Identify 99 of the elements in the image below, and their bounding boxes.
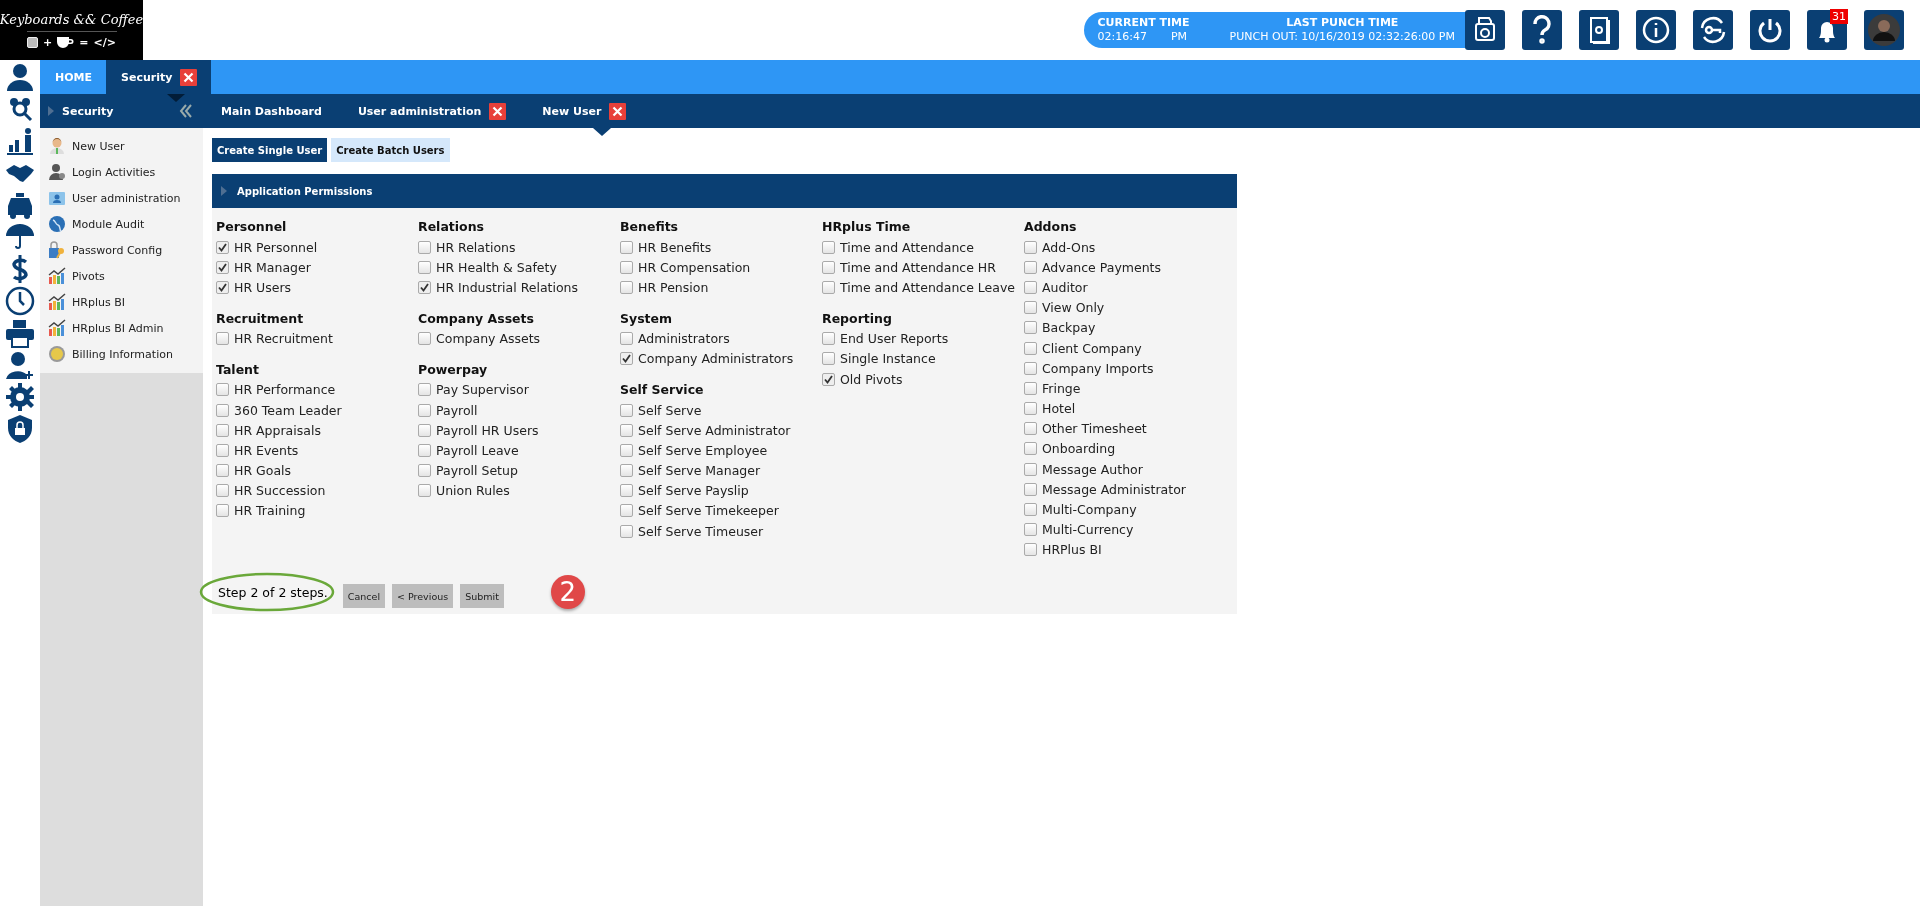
- group-heading: Powerpay: [418, 360, 489, 379]
- checkbox-label[interactable]: HR Industrial Relations: [436, 279, 579, 295]
- sidebar-item[interactable]: HRplus BI: [40, 289, 203, 315]
- checkbox-label[interactable]: Union Rules: [436, 483, 510, 499]
- mode-button[interactable]: Create Batch Users: [331, 138, 450, 162]
- checkbox-label[interactable]: Self Serve Timekeeper: [638, 503, 779, 519]
- footer-button[interactable]: Submit: [460, 584, 504, 608]
- logo-code: </>: [93, 35, 116, 49]
- group-heading: System: [620, 309, 674, 328]
- checkbox-label[interactable]: Payroll: [436, 402, 478, 418]
- sidebar-item[interactable]: Pivots: [40, 263, 203, 289]
- group-heading: HRplus Time: [822, 218, 912, 236]
- logo-title: Keyboards && Coffee: [0, 11, 144, 27]
- group-heading: Self Service: [620, 380, 705, 399]
- checkbox-label[interactable]: Administrators: [638, 331, 730, 347]
- sidebar-item[interactable]: User administration: [40, 185, 203, 211]
- checkbox-label[interactable]: Self Serve: [638, 402, 702, 418]
- checkbox-label[interactable]: HR Personnel: [234, 239, 318, 255]
- notification-badge: 31: [1830, 9, 1848, 24]
- group-heading: Company Assets: [418, 309, 535, 328]
- footer-button[interactable]: Cancel: [342, 584, 386, 608]
- checkbox-label[interactable]: Pay Supervisor: [436, 382, 529, 398]
- sub-tab[interactable]: New User: [524, 94, 645, 128]
- checkbox-label[interactable]: View Only: [1042, 300, 1105, 316]
- checkbox-label[interactable]: HR Events: [234, 442, 299, 458]
- time-label: CURRENT TIME: [1097, 16, 1190, 30]
- checkbox-label[interactable]: HR Goals: [234, 463, 292, 479]
- checkbox-label[interactable]: Company Administrators: [638, 351, 794, 367]
- checkbox-label[interactable]: HR Succession: [234, 483, 326, 499]
- checkbox-label[interactable]: Payroll HR Users: [436, 422, 539, 438]
- annotation-badge: 2: [550, 575, 585, 609]
- checkbox-label[interactable]: HR Users: [234, 279, 292, 295]
- checkbox-label[interactable]: Multi-Currency: [1042, 522, 1134, 538]
- checkbox-label[interactable]: Advance Payments: [1042, 259, 1162, 275]
- checkbox-label[interactable]: HR Appraisals: [234, 422, 321, 438]
- checkbox-label[interactable]: HR Manager: [234, 259, 311, 275]
- checkbox-label[interactable]: HR Health & Safety: [436, 259, 557, 275]
- step-text: Step 2 of 2 steps.: [218, 584, 328, 600]
- checkbox-label[interactable]: End User Reports: [840, 331, 949, 347]
- checkbox-label[interactable]: Self Serve Employee: [638, 442, 768, 458]
- sidebar-item[interactable]: Billing Information: [40, 341, 203, 367]
- checkbox-label[interactable]: Other Timesheet: [1042, 421, 1147, 437]
- checkbox-label[interactable]: Old Pivots: [840, 371, 903, 387]
- time-value: PUNCH OUT: 10/16/2019 02:32:26:00 PM: [1229, 30, 1455, 44]
- checkbox-label[interactable]: HR Training: [234, 503, 306, 519]
- checkbox-label[interactable]: Self Serve Timeuser: [638, 523, 764, 539]
- checkbox-label[interactable]: HR Compensation: [638, 259, 751, 275]
- checkbox-label[interactable]: Self Serve Manager: [638, 463, 761, 479]
- group-heading: Personnel: [216, 218, 288, 236]
- checkbox-label[interactable]: Multi-Company: [1042, 502, 1137, 518]
- checkbox-label[interactable]: Payroll Setup: [436, 463, 518, 479]
- checkbox-label[interactable]: Message Administrator: [1042, 481, 1186, 497]
- module-title: Security: [62, 104, 115, 118]
- group-heading: Recruitment: [216, 309, 305, 328]
- checkbox-label[interactable]: 360 Team Leader: [234, 402, 342, 418]
- group-heading: Addons: [1024, 218, 1078, 236]
- checkbox-label[interactable]: Time and Attendance: [840, 239, 974, 255]
- mode-button[interactable]: Create Single User: [212, 138, 328, 162]
- group-heading: Relations: [418, 218, 485, 236]
- checkbox-label[interactable]: Auditor: [1042, 279, 1088, 295]
- checkbox-label[interactable]: Self Serve Payslip: [638, 483, 749, 499]
- checkbox-label[interactable]: HR Benefits: [638, 239, 712, 255]
- checkbox-label[interactable]: Fringe: [1042, 380, 1081, 396]
- group-heading: Talent: [216, 360, 260, 379]
- checkbox-label[interactable]: Payroll Leave: [436, 442, 519, 458]
- checkbox-label[interactable]: Backpay: [1042, 320, 1096, 336]
- checkbox-label[interactable]: Client Company: [1042, 340, 1142, 356]
- group-heading: Reporting: [822, 309, 893, 328]
- sidebar-item[interactable]: Password Config: [40, 237, 203, 263]
- footer-button[interactable]: < Previous: [392, 584, 454, 608]
- checkbox-label[interactable]: HRPlus BI: [1042, 542, 1102, 558]
- time-label: LAST PUNCH TIME: [1286, 16, 1399, 30]
- time-value: 02:16:47: [1097, 30, 1147, 44]
- checkbox-label[interactable]: HR Performance: [234, 382, 336, 398]
- sidebar-item[interactable]: New User: [40, 133, 203, 159]
- logo-equals: =: [79, 35, 89, 49]
- sidebar-item[interactable]: Login Activities: [40, 159, 203, 185]
- sub-tab[interactable]: User administration: [339, 94, 525, 128]
- checkbox-label[interactable]: HR Relations: [436, 239, 516, 255]
- sub-tab[interactable]: Main Dashboard: [203, 94, 340, 128]
- checkbox-label[interactable]: Message Author: [1042, 461, 1143, 477]
- checkbox-label[interactable]: HR Recruitment: [234, 331, 333, 347]
- checkbox-label[interactable]: Time and Attendance HR: [840, 259, 996, 275]
- checkbox-label[interactable]: Single Instance: [840, 351, 936, 367]
- checkbox-label[interactable]: Hotel: [1042, 401, 1076, 417]
- panel-title: Application Permissions: [237, 185, 373, 197]
- group-heading: Benefits: [620, 218, 680, 236]
- checkbox-label[interactable]: Time and Attendance Leave: [840, 279, 1016, 295]
- sidebar-item[interactable]: Module Audit: [40, 211, 203, 237]
- checkbox-label[interactable]: Add-Ons: [1042, 239, 1096, 255]
- sidebar-item[interactable]: HRplus BI Admin: [40, 315, 203, 341]
- checkbox-label[interactable]: HR Pension: [638, 279, 709, 295]
- logo-plus: +: [43, 35, 53, 49]
- bell-icon[interactable]: 31: [1807, 10, 1847, 50]
- time-period: PM: [1170, 30, 1188, 44]
- checkbox-label[interactable]: Self Serve Administrator: [638, 422, 791, 438]
- checkbox-label[interactable]: Company Assets: [436, 331, 541, 347]
- checkbox-label[interactable]: Company Imports: [1042, 360, 1154, 376]
- checkbox-label[interactable]: Onboarding: [1042, 441, 1116, 457]
